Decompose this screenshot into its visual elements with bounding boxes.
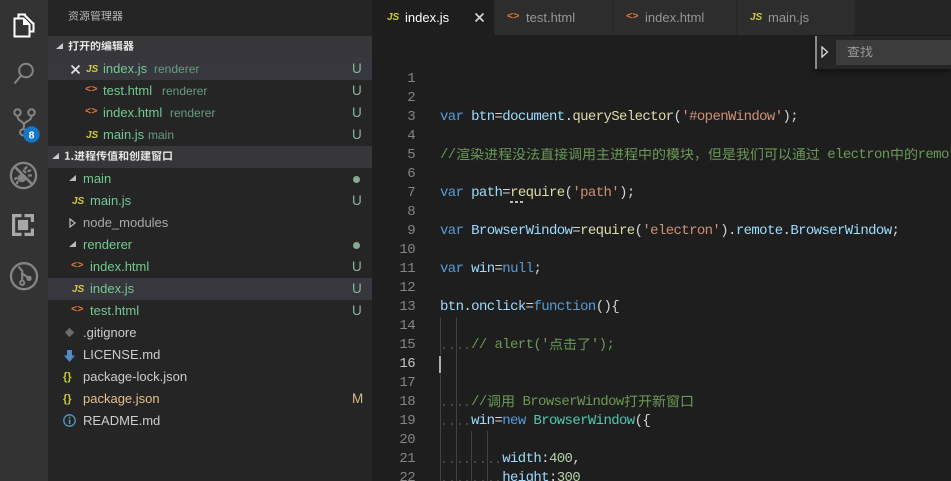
svg-text:8: 8 [29,129,35,141]
